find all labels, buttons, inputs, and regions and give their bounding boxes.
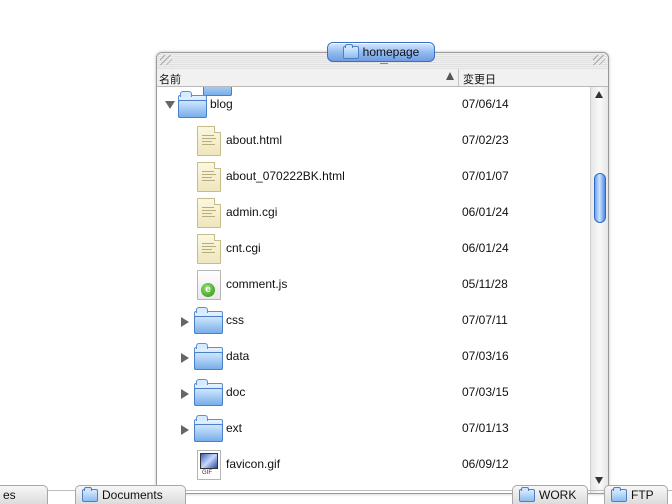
file-name: blog bbox=[210, 97, 233, 111]
list-item[interactable]: cnt.cgi 06/01/24 bbox=[157, 231, 590, 267]
folder-icon bbox=[194, 343, 223, 370]
vertical-scrollbar[interactable] bbox=[590, 87, 608, 493]
file-name: ext bbox=[226, 421, 243, 435]
column-name-header[interactable]: 名前 bbox=[159, 71, 181, 87]
file-name: favicon.gif bbox=[226, 457, 281, 471]
file-list: blog 07/06/14 about.html 07/02/23 about_… bbox=[157, 87, 590, 493]
tab-ftp[interactable]: FTP bbox=[604, 485, 668, 504]
tab-label: es bbox=[3, 488, 16, 502]
window-grip-right bbox=[593, 55, 605, 65]
tab-partial[interactable]: es bbox=[0, 485, 48, 504]
disclosure-closed-icon[interactable] bbox=[181, 353, 189, 363]
tab-work[interactable]: WORK bbox=[512, 485, 588, 504]
column-divider[interactable] bbox=[458, 69, 459, 86]
column-header: 名前 変更日 bbox=[157, 69, 608, 87]
folder-icon bbox=[194, 307, 223, 334]
scroll-up-arrow-icon[interactable] bbox=[595, 91, 603, 98]
tab-label: WORK bbox=[539, 488, 577, 502]
folder-icon bbox=[194, 379, 223, 406]
file-name: comment.js bbox=[226, 277, 288, 291]
disclosure-closed-icon[interactable] bbox=[181, 389, 189, 399]
document-icon bbox=[197, 234, 221, 264]
folder-icon bbox=[611, 486, 627, 502]
folder-icon bbox=[342, 43, 359, 59]
file-date: 07/02/23 bbox=[462, 133, 509, 147]
window-title-tab[interactable]: homepage bbox=[327, 42, 435, 62]
scroll-thumb[interactable] bbox=[594, 173, 606, 223]
document-icon bbox=[197, 162, 221, 192]
list-item[interactable]: doc 07/03/15 bbox=[157, 375, 590, 411]
file-name: about.html bbox=[226, 133, 283, 147]
file-date: 06/01/24 bbox=[462, 205, 509, 219]
file-date: 06/09/12 bbox=[462, 457, 509, 471]
file-name: data bbox=[226, 349, 250, 363]
column-date-header[interactable]: 変更日 bbox=[463, 71, 496, 87]
list-item[interactable]: data 07/03/16 bbox=[157, 339, 590, 375]
file-date: 07/01/07 bbox=[462, 169, 509, 183]
document-icon bbox=[197, 198, 221, 228]
list-item[interactable]: admin.cgi 06/01/24 bbox=[157, 195, 590, 231]
folder-icon bbox=[178, 91, 207, 118]
file-name: about_070222BK.html bbox=[226, 169, 345, 183]
file-date: 06/01/24 bbox=[462, 241, 509, 255]
disclosure-closed-icon[interactable] bbox=[181, 317, 189, 327]
file-date: 07/06/14 bbox=[462, 97, 509, 111]
document-icon bbox=[197, 126, 221, 156]
list-item[interactable]: about_070222BK.html 07/01/07 bbox=[157, 159, 590, 195]
file-date: 07/07/11 bbox=[462, 313, 508, 327]
file-date: 07/03/16 bbox=[462, 349, 509, 363]
file-date: 07/03/15 bbox=[462, 385, 509, 399]
window-title: homepage bbox=[362, 45, 420, 59]
window-grip-left bbox=[160, 55, 172, 65]
sort-ascending-icon bbox=[446, 72, 454, 80]
tab-label: Documents bbox=[102, 488, 163, 502]
disclosure-open-icon[interactable] bbox=[165, 101, 175, 109]
folder-icon bbox=[519, 486, 535, 502]
list-item[interactable]: e comment.js 05/11/28 bbox=[157, 267, 590, 303]
file-name: cnt.cgi bbox=[226, 241, 261, 255]
disclosure-closed-icon[interactable] bbox=[181, 425, 189, 435]
gif-image-icon: GIF bbox=[197, 450, 221, 480]
list-item[interactable]: ext 07/01/13 bbox=[157, 411, 590, 447]
folder-icon bbox=[82, 486, 98, 502]
tab-label: FTP bbox=[631, 488, 654, 502]
list-item[interactable]: css 07/07/11 bbox=[157, 303, 590, 339]
file-name: doc bbox=[226, 385, 246, 399]
file-name: css bbox=[226, 313, 244, 327]
file-date: 05/11/28 bbox=[462, 277, 508, 291]
finder-window: 名前 変更日 blog 07/06/14 about.html 07/02/23 bbox=[156, 52, 609, 494]
file-name: admin.cgi bbox=[226, 205, 278, 219]
tab-documents[interactable]: Documents bbox=[75, 485, 186, 504]
list-item[interactable]: about.html 07/02/23 bbox=[157, 123, 590, 159]
list-item[interactable]: blog 07/06/14 bbox=[157, 87, 590, 123]
list-item[interactable]: GIF favicon.gif 06/09/12 bbox=[157, 447, 590, 483]
scroll-down-arrow-icon[interactable] bbox=[595, 477, 603, 484]
file-date: 07/01/13 bbox=[462, 421, 509, 435]
javascript-file-icon: e bbox=[197, 270, 221, 300]
folder-icon bbox=[194, 415, 223, 442]
